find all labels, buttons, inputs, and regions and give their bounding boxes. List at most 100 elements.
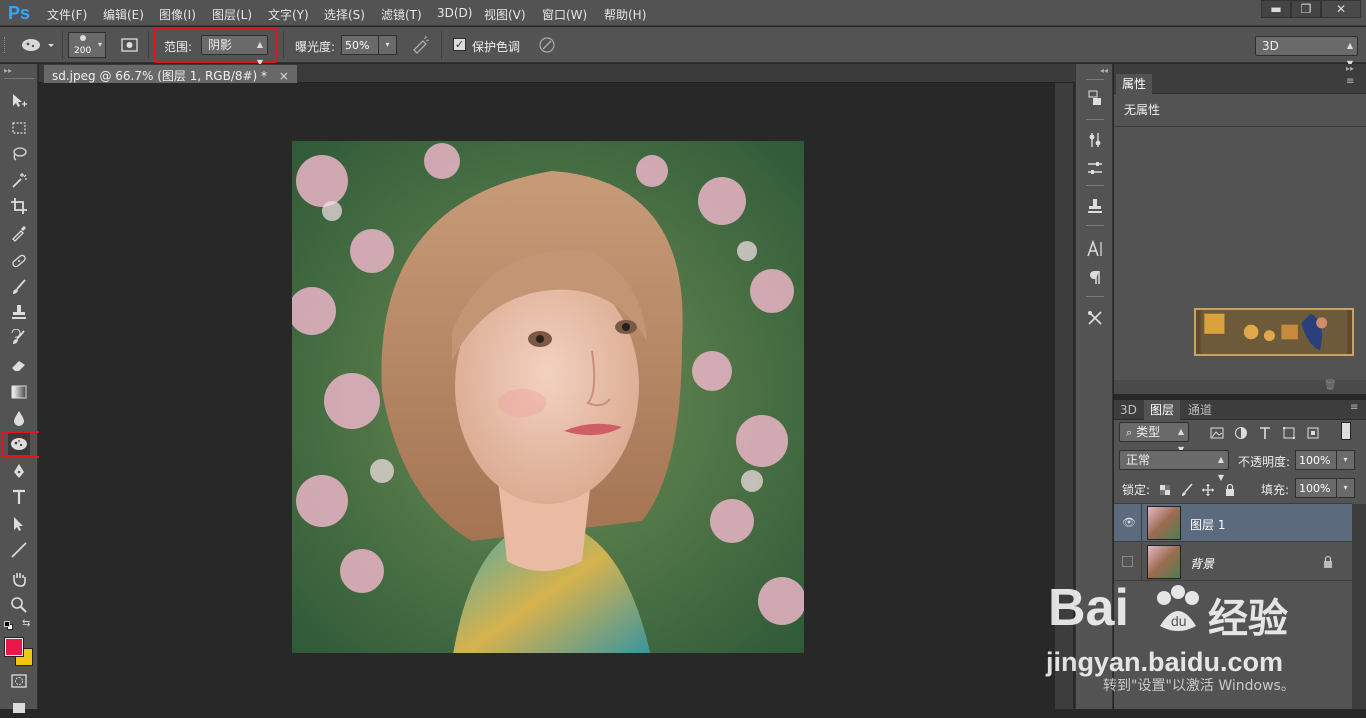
quick-mask-mode[interactable] (8, 670, 30, 692)
lasso-tool[interactable] (8, 143, 30, 165)
workspace-select[interactable]: 3D ▲▼ (1255, 36, 1358, 68)
layers-scrollbar[interactable] (1352, 504, 1366, 709)
panel-menu-icon[interactable]: ≡ (1346, 76, 1354, 87)
gradient-tool[interactable] (8, 381, 30, 403)
filter-smart-objects-button[interactable] (1305, 425, 1321, 441)
tab-properties[interactable]: 属性 (1116, 74, 1153, 94)
crop-tool[interactable] (8, 195, 30, 217)
line-tool[interactable] (8, 539, 30, 561)
brush-tool[interactable] (8, 276, 30, 298)
paragraph-panel-button[interactable] (1085, 267, 1105, 287)
history-panel-button[interactable] (1085, 88, 1105, 108)
menu-3d[interactable]: 3D(D) (437, 6, 472, 20)
menu-layer[interactable]: 图层(L) (212, 6, 252, 23)
collapse-arrows-icon[interactable]: ▸▸ (4, 66, 12, 75)
tools-panel: ▸▸ ⇆ (0, 64, 48, 713)
document-title: sd.jpeg @ 66.7% (图层 1, RGB/8#) * (52, 69, 268, 83)
zoom-tool[interactable] (8, 594, 30, 616)
close-document-icon[interactable]: × (279, 69, 289, 83)
screen-mode[interactable] (8, 696, 30, 718)
menu-select[interactable]: 选择(S) (324, 6, 365, 23)
menu-filter[interactable]: 滤镜(T) (381, 6, 422, 23)
layer-thumbnail (1147, 506, 1181, 540)
eye-icon[interactable]: 👁 (1122, 516, 1136, 529)
fill-input[interactable]: 100% ▾ (1295, 478, 1355, 498)
chevron-down-icon[interactable]: ▾ (1336, 451, 1354, 469)
bandage-icon (12, 254, 26, 268)
menu-window[interactable]: 窗口(W) (542, 6, 587, 23)
tab-channels[interactable]: 通道 (1182, 400, 1218, 420)
tab-3d[interactable]: 3D (1114, 400, 1143, 420)
filter-adjustment-layers-button[interactable] (1233, 425, 1249, 441)
menu-type[interactable]: 文字(Y) (268, 6, 309, 23)
lock-transparent-pixels-button[interactable] (1157, 482, 1173, 498)
chevron-down-icon[interactable]: ▾ (378, 36, 396, 54)
document-image[interactable] (288, 141, 806, 661)
close-window-button[interactable]: ✕ (1321, 0, 1361, 18)
swap-colors-icon[interactable]: ⇆ (22, 618, 30, 629)
filter-pixel-layers-button[interactable] (1209, 425, 1225, 441)
clone-stamp-tool[interactable] (8, 301, 30, 323)
pressure-size-toggle[interactable] (537, 35, 557, 55)
pen-tool[interactable] (8, 460, 30, 482)
hand-tool[interactable] (8, 568, 30, 590)
grip-handle[interactable] (4, 37, 7, 53)
restore-button[interactable]: ❐ (1291, 0, 1321, 18)
menu-help[interactable]: 帮助(H) (604, 6, 646, 23)
sponge-tool-preset-picker[interactable] (20, 35, 60, 55)
foreground-color-swatch[interactable] (4, 637, 24, 657)
airbrush-toggle[interactable] (411, 35, 431, 55)
collapse-arrows-icon[interactable]: ◂◂ (1100, 66, 1108, 75)
layer-filter-select[interactable]: ⌕类型 ▲▼ (1119, 422, 1189, 454)
menu-view[interactable]: 视图(V) (484, 6, 526, 23)
visibility-toggle-empty[interactable] (1122, 556, 1133, 567)
spot-healing-brush-tool[interactable] (8, 250, 30, 272)
magic-wand-icon (12, 173, 27, 188)
filter-type-layers-button[interactable] (1257, 425, 1273, 441)
lock-label: 锁定: (1122, 483, 1151, 497)
move-icon (13, 94, 27, 107)
type-tool[interactable] (8, 486, 30, 508)
fill-value: 100% (1299, 482, 1331, 495)
panel-menu-icon[interactable]: ≡ (1350, 402, 1358, 413)
filter-toggle-switch[interactable] (1341, 422, 1351, 440)
tool-presets-panel-button[interactable] (1085, 308, 1105, 328)
minimize-button[interactable]: ▬ (1261, 0, 1291, 18)
menu-file[interactable]: 文件(F) (47, 6, 87, 23)
properties-panel-button[interactable] (1085, 158, 1105, 178)
adjustments-panel-button[interactable] (1085, 130, 1105, 150)
blend-mode-select[interactable]: 正常 ▲ ▼ (1119, 450, 1229, 482)
tab-layers[interactable]: 图层 (1144, 400, 1181, 420)
move-arrows-icon (1202, 484, 1214, 496)
rectangular-marquee-tool[interactable] (8, 117, 30, 139)
blur-tool[interactable] (8, 407, 30, 429)
eraser-tool[interactable] (8, 354, 30, 376)
lock-position-button[interactable] (1200, 482, 1216, 498)
layer-row[interactable]: 👁 图层 1 (1114, 504, 1352, 542)
layer-row[interactable]: 背景 (1114, 543, 1352, 581)
default-colors-icon[interactable] (4, 621, 13, 630)
chevron-down-icon[interactable]: ▾ (1336, 479, 1354, 497)
protect-tones-checkbox[interactable]: ✓ (453, 38, 466, 51)
character-panel-button[interactable] (1085, 239, 1105, 259)
move-tool[interactable] (8, 90, 30, 112)
brush-size-picker[interactable]: 200 ▾ (68, 32, 106, 58)
lock-all-button[interactable] (1222, 482, 1238, 498)
range-select[interactable]: 阴影 ▲ ▼ (201, 35, 268, 67)
brush-panel-toggle[interactable] (120, 36, 140, 54)
eyedropper-tool[interactable] (8, 222, 30, 244)
opacity-input[interactable]: 100% ▾ (1295, 450, 1355, 470)
collapse-arrows-icon[interactable]: ▸▸ (1346, 64, 1354, 73)
magic-wand-tool[interactable] (8, 169, 30, 191)
sponge-tool[interactable] (8, 433, 30, 455)
menu-edit[interactable]: 编辑(E) (103, 6, 144, 23)
menu-image[interactable]: 图像(I) (159, 6, 196, 23)
exposure-input[interactable]: 50% ▾ (341, 35, 397, 55)
lock-image-pixels-button[interactable] (1179, 482, 1195, 498)
history-brush-tool[interactable] (8, 327, 30, 349)
trash-icon[interactable]: 🗑 (1324, 380, 1337, 391)
path-selection-tool[interactable] (8, 513, 30, 535)
document-tab[interactable]: sd.jpeg @ 66.7% (图层 1, RGB/8#) * × (43, 64, 298, 83)
clone-source-panel-button[interactable] (1085, 196, 1105, 216)
filter-shape-layers-button[interactable] (1281, 425, 1297, 441)
